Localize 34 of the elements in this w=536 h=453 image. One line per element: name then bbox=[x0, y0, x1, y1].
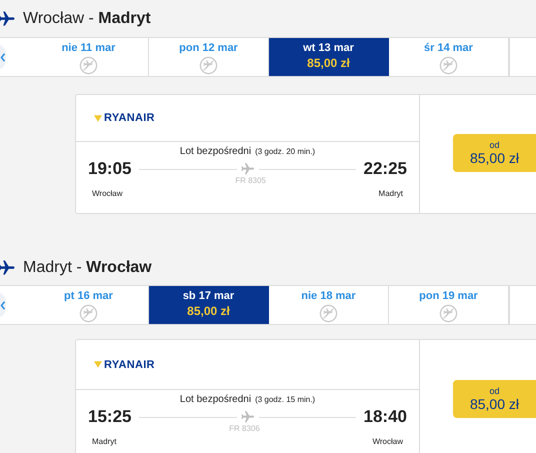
direct-flight-label: Lot bezpośredni bbox=[180, 394, 252, 405]
flight-number: FR 8306 bbox=[229, 424, 260, 433]
no-flight-icon bbox=[439, 56, 458, 75]
duration-label: (3 godz. 15 min.) bbox=[255, 395, 316, 404]
route-title: Madryt - Wrocław bbox=[23, 258, 152, 276]
route-title: Wrocław - Madryt bbox=[23, 10, 151, 28]
no-flight-icon bbox=[79, 304, 98, 323]
airplane-icon bbox=[240, 409, 256, 425]
chevron-left-icon bbox=[0, 300, 6, 310]
airplane-icon bbox=[0, 8, 17, 28]
airplane-icon bbox=[0, 258, 17, 278]
arrival-city: Wrocław bbox=[372, 437, 403, 446]
departure-time: 15:25 bbox=[88, 407, 132, 427]
departure-city: Wrocław bbox=[92, 189, 123, 198]
price-button[interactable]: od 85,00 zł bbox=[453, 380, 536, 418]
airline-logo: RYANAIR bbox=[104, 358, 155, 370]
direct-flight-label: Lot bezpośredni bbox=[180, 146, 252, 157]
flight-number: FR 8305 bbox=[235, 176, 266, 185]
no-flight-icon bbox=[79, 56, 98, 75]
airline-logo: RYANAIR bbox=[104, 112, 155, 124]
price-button[interactable]: od 85,00 zł bbox=[453, 134, 536, 172]
duration-label: (3 godz. 20 min.) bbox=[255, 147, 316, 156]
arrival-city: Madryt bbox=[378, 189, 403, 198]
date-tab[interactable]: sb 17 mar 85,00 zł bbox=[149, 286, 269, 324]
departure-city: Madryt bbox=[92, 437, 116, 446]
arrival-time: 18:40 bbox=[364, 407, 407, 427]
no-flight-icon bbox=[199, 56, 218, 75]
date-tab[interactable]: wt 13 mar 85,00 zł bbox=[269, 38, 389, 76]
chevron-left-icon bbox=[0, 52, 6, 62]
airplane-icon bbox=[240, 161, 256, 177]
departure-time: 19:05 bbox=[88, 159, 132, 179]
no-flight-icon bbox=[439, 304, 458, 323]
no-flight-icon bbox=[319, 304, 338, 323]
arrival-time: 22:25 bbox=[364, 159, 407, 179]
